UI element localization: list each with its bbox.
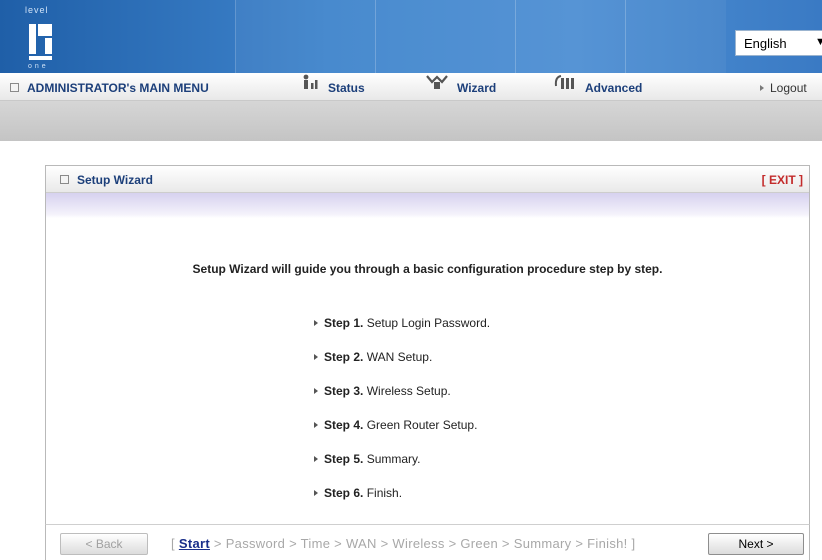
step-number: Step 6. — [324, 486, 364, 500]
step-text: Wireless Setup. — [366, 384, 451, 398]
next-button[interactable]: Next > — [708, 533, 804, 555]
banner-panel — [375, 0, 516, 73]
menu-status-label: Status — [328, 81, 365, 95]
arrow-right-icon — [314, 319, 318, 326]
menu-wizard-label: Wizard — [457, 81, 497, 95]
sub-menu-band — [0, 101, 822, 141]
wizard-progress-breadcrumb: [ Start > Password > Time > WAN > Wirele… — [171, 536, 635, 551]
crumb-remaining-steps: > Password > Time > WAN > Wireless > Gre… — [213, 536, 636, 551]
step-text: Setup Login Password. — [366, 316, 491, 330]
arrow-right-icon — [314, 489, 318, 496]
step-item: Step 4. Green Router Setup. — [314, 418, 477, 432]
admin-main-menu-label: ADMINISTRATOR's MAIN MENU — [27, 81, 209, 95]
crumb-current-start[interactable]: Start — [179, 536, 210, 551]
panel-title-text: Setup Wizard — [77, 173, 153, 187]
step-number: Step 4. — [324, 418, 364, 432]
arrow-right-icon — [760, 84, 764, 91]
step-number: Step 3. — [324, 384, 364, 398]
step-item: Step 1. Setup Login Password. — [314, 316, 490, 330]
chevron-down-icon: ▼ — [815, 36, 822, 48]
square-bullet-icon — [60, 175, 69, 185]
logout-link[interactable]: Logout — [760, 73, 807, 100]
arrow-right-icon — [314, 455, 318, 462]
advanced-icon — [553, 71, 577, 101]
step-item: Step 2. WAN Setup. — [314, 350, 432, 364]
step-text: WAN Setup. — [366, 350, 433, 364]
arrow-right-icon — [314, 421, 318, 428]
step-text: Green Router Setup. — [366, 418, 478, 432]
panel-header: Setup Wizard [ EXIT ] — [46, 166, 809, 193]
menu-advanced-label: Advanced — [585, 81, 643, 95]
menu-advanced[interactable]: Advanced — [553, 73, 642, 100]
panel-subheader — [46, 193, 809, 218]
level-one-logo: level one — [25, 4, 54, 70]
step-item: Step 5. Summary. — [314, 452, 421, 466]
step-number: Step 2. — [324, 350, 364, 364]
step-number: Step 1. — [324, 316, 364, 330]
crumb-open-bracket: [ — [171, 536, 175, 551]
setup-wizard-panel: Setup Wizard [ EXIT ] Setup Wizard will … — [45, 165, 810, 560]
top-banner: level one English ▼ — [0, 0, 822, 73]
banner-panel — [515, 0, 626, 73]
step-item: Step 6. Finish. — [314, 486, 402, 500]
step-item: Step 3. Wireless Setup. — [314, 384, 451, 398]
menu-status[interactable]: Status — [300, 73, 365, 100]
language-select[interactable]: English ▼ — [735, 30, 822, 56]
step-text: Finish. — [366, 486, 403, 500]
exit-link[interactable]: [ EXIT ] — [762, 173, 803, 187]
arrow-right-icon — [314, 353, 318, 360]
step-number: Step 5. — [324, 452, 364, 466]
main-menu-bar: ADMINISTRATOR's MAIN MENU Status Wizard … — [0, 73, 822, 101]
arrow-right-icon — [314, 387, 318, 394]
logo-text-top: level — [25, 5, 49, 15]
square-bullet-icon — [10, 83, 19, 93]
menu-wizard[interactable]: Wizard — [425, 73, 496, 100]
banner-panel — [625, 0, 726, 73]
status-icon — [300, 71, 320, 101]
back-button[interactable]: < Back — [60, 533, 148, 555]
step-text: Summary. — [366, 452, 421, 466]
wizard-footer: < Back [ Start > Password > Time > WAN >… — [45, 524, 810, 560]
admin-main-menu[interactable]: ADMINISTRATOR's MAIN MENU — [10, 73, 209, 100]
logo-text-bottom: one — [28, 63, 49, 70]
wizard-intro-text: Setup Wizard will guide you through a ba… — [192, 262, 663, 276]
banner-panel — [235, 0, 376, 73]
language-value: English — [744, 36, 787, 51]
wizard-icon — [425, 71, 449, 101]
panel-title: Setup Wizard — [60, 173, 153, 187]
logout-label: Logout — [770, 81, 807, 95]
